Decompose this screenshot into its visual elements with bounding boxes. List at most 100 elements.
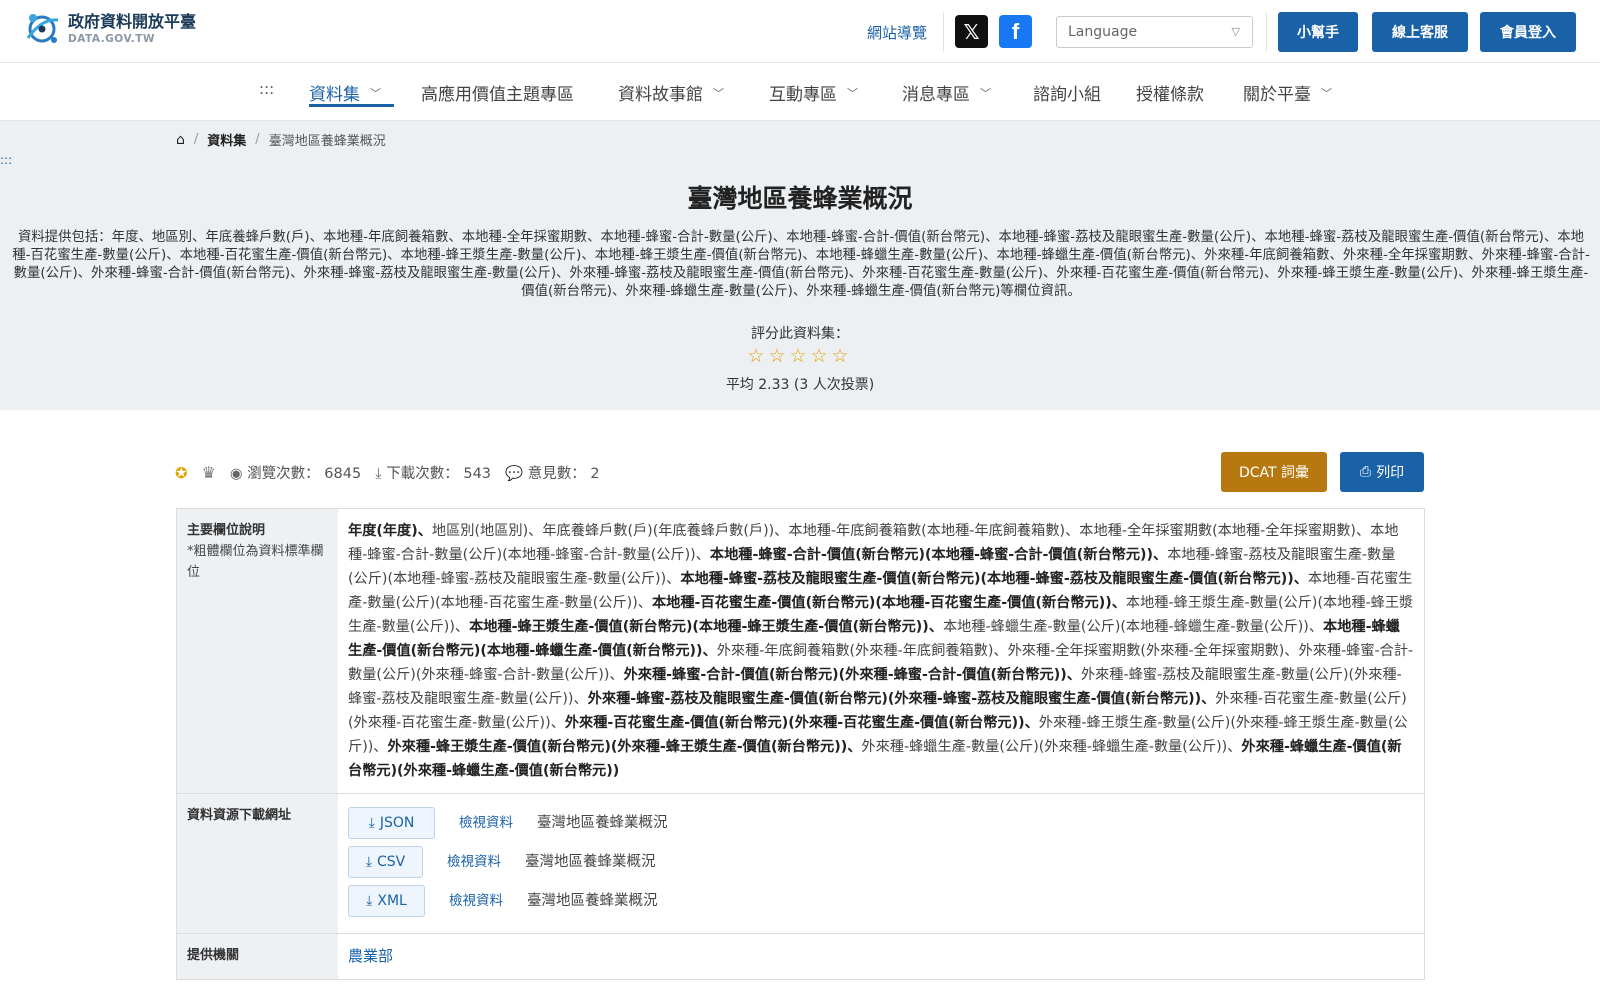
helper-button[interactable]: 小幫手 — [1278, 12, 1358, 52]
member-login-button[interactable]: 會員登入 — [1480, 12, 1576, 52]
resource-title: 臺灣地區養蜂業概況 — [527, 893, 658, 909]
field-item: 本地種-蜂蜜-合計-價值(新台幣元)(本地種-蜂蜜-合計-價值(新台幣元)) — [709, 547, 1154, 563]
views-stat: ◉ 瀏覽次數： 6845 — [230, 462, 361, 483]
print-icon: ⎙ — [1359, 464, 1372, 480]
resource-title: 臺灣地區養蜂業概況 — [525, 854, 656, 870]
download-xml-button[interactable]: ⤓ XML — [348, 885, 425, 917]
nav-high-value[interactable]: 高應用價值主題專區 — [421, 80, 574, 105]
field-item: 外來種-蜂蜜-荔枝及龍眼蜜生產-價值(新台幣元)(外來種-蜂蜜-荔枝及龍眼蜜生產… — [587, 691, 1202, 707]
nav-active-indicator — [309, 104, 394, 107]
nav-story[interactable]: 資料故事館 ﹀ — [618, 80, 724, 105]
view-data-link[interactable]: 檢視資料 — [459, 811, 513, 835]
field-item: 外來種-年底飼養箱數(外來種-年底飼養箱數) — [716, 643, 994, 659]
nav-dataset[interactable]: 資料集 ﹀ — [309, 80, 381, 105]
chevron-down-icon: ﹀ — [370, 86, 381, 100]
nav-label: 諮詢小組 — [1033, 85, 1101, 105]
field-item: 本地種-全年採蜜期數(本地種-全年採蜜期數) — [1079, 523, 1356, 539]
star-icon[interactable]: ☆☆☆☆☆ — [747, 345, 852, 367]
field-item: 本地種-蜂蠟生產-數量(公斤)(本地種-蜂蠟生產-數量(公斤)) — [942, 619, 1309, 635]
download-icon: ⤓ — [375, 466, 382, 482]
site-logo[interactable]: 政府資料開放平臺 DATA.GOV.TW — [22, 10, 196, 48]
comments-label: 意見數： — [527, 466, 586, 482]
online-service-button[interactable]: 線上客服 — [1372, 12, 1468, 52]
nav-license[interactable]: 授權條款 — [1136, 80, 1204, 105]
resource-title: 臺灣地區養蜂業概況 — [537, 815, 668, 831]
accesskey-content[interactable]: ::: — [0, 153, 12, 167]
view-data-link[interactable]: 檢視資料 — [449, 889, 503, 913]
field-item: 年底養蜂戶數(戶)(年底養蜂戶數(戶)) — [542, 523, 775, 539]
download-icon: ⤓ — [365, 854, 372, 870]
format-label: XML — [377, 893, 407, 909]
dcat-button[interactable]: DCAT 詞彙 — [1221, 452, 1327, 492]
download-item: ⤓ XML 檢視資料 臺灣地區養蜂業概況 — [348, 885, 1414, 917]
top-header: 政府資料開放平臺 DATA.GOV.TW 網站導覽 𝕏 f Language ▽… — [0, 0, 1600, 63]
breadcrumb-dataset[interactable]: 資料集 — [207, 130, 246, 149]
breadcrumb: ⌂ / 資料集 / 臺灣地區養蜂業概況 — [176, 130, 386, 150]
download-item: ⤓ CSV 檢視資料 臺灣地區養蜂業概況 — [348, 846, 1414, 878]
nav-label: 消息專區 — [902, 85, 970, 105]
format-label: CSV — [376, 854, 406, 870]
download-csv-button[interactable]: ⤓ CSV — [348, 846, 423, 878]
print-button[interactable]: ⎙ 列印 — [1340, 452, 1424, 492]
org-header: 提供機關 — [177, 934, 338, 979]
home-icon[interactable]: ⌂ — [176, 132, 185, 148]
comments-icon: 💬 — [505, 466, 524, 482]
table-row: 資料資源下載網址 ⤓ JSON 檢視資料 臺灣地區養蜂業概況 ⤓ CSV 檢視資… — [177, 794, 1424, 934]
chevron-down-icon: ﹀ — [713, 86, 724, 100]
download-item: ⤓ JSON 檢視資料 臺灣地區養蜂業概況 — [348, 807, 1414, 839]
downloads-count: 543 — [463, 466, 492, 482]
rating-average: 平均 2.33 (3 人次投票) — [725, 377, 875, 393]
nav-label: 關於平臺 — [1243, 85, 1311, 105]
download-list: ⤓ JSON 檢視資料 臺灣地區養蜂業概況 ⤓ CSV 檢視資料 臺灣地區養蜂業… — [338, 794, 1424, 933]
comments-stat: 💬 意見數： 2 — [505, 462, 600, 483]
rating-stars[interactable]: ☆☆☆☆☆ — [0, 345, 1600, 367]
accesskey-nav[interactable]: ::: — [259, 80, 274, 98]
nav-label: 授權條款 — [1136, 85, 1204, 105]
field-item: 本地種-年底飼養箱數(本地種-年底飼養箱數) — [788, 523, 1066, 539]
views-label: 瀏覽次數： — [247, 466, 320, 482]
main-nav: ::: 資料集 ﹀ 高應用價值主題專區 資料故事館 ﹀ 互動專區 ﹀ 消息專區 … — [0, 64, 1600, 121]
fields-header: 主要欄位說明 — [187, 523, 266, 538]
table-row: 提供機關 農業部 — [177, 934, 1424, 979]
language-select[interactable]: Language ▽ — [1056, 16, 1253, 48]
field-item: 地區別(地區別) — [431, 523, 529, 539]
sitemap-link[interactable]: 網站導覽 — [867, 22, 927, 43]
fields-list: 年度(年度)、地區別(地區別)、年底養蜂戶數(戶)(年底養蜂戶數(戶))、本地種… — [348, 523, 1414, 779]
dataset-description: 資料提供包括：年度、地區別、年底養蜂戶數(戶)、本地種-年底飼養箱數、本地種-全… — [12, 230, 1590, 299]
x-icon[interactable]: 𝕏 — [955, 15, 988, 48]
chevron-down-icon: ▽ — [1231, 25, 1240, 38]
comments-count: 2 — [590, 466, 600, 482]
download-icon: ⤓ — [368, 815, 375, 831]
dataset-info-table: 主要欄位說明 *粗體欄位為資料標準欄位 年度(年度)、地區別(地區別)、年底養蜂… — [176, 508, 1425, 980]
download-json-button[interactable]: ⤓ JSON — [348, 807, 435, 839]
divider — [943, 12, 944, 52]
fields-header-cell: 主要欄位說明 *粗體欄位為資料標準欄位 — [177, 509, 338, 793]
divider — [1266, 12, 1267, 52]
views-count: 6845 — [324, 466, 362, 482]
nav-news[interactable]: 消息專區 ﹀ — [902, 80, 991, 105]
downloads-stat: ⤓ 下載次數： 543 — [375, 462, 491, 483]
nav-interactive[interactable]: 互動專區 ﹀ — [769, 80, 858, 105]
nav-label: 資料故事館 — [618, 85, 703, 105]
logo-mark-icon — [26, 14, 59, 43]
org-link[interactable]: 農業部 — [348, 947, 393, 965]
field-item: 本地種-百花蜜生產-價值(新台幣元)(本地種-百花蜜生產-價值(新台幣元)) — [651, 595, 1112, 611]
view-data-link[interactable]: 檢視資料 — [447, 850, 501, 874]
dataset-stats: ✪ ♛ ◉ 瀏覽次數： 6845 ⤓ 下載次數： 543 💬 意見數： 2 — [175, 462, 600, 483]
breadcrumb-current: 臺灣地區養蜂業概況 — [268, 134, 386, 149]
chevron-down-icon: ﹀ — [980, 86, 991, 100]
downloads-label: 下載次數： — [386, 466, 459, 482]
crown-icon: ♛ — [201, 463, 216, 482]
field-item: 本地種-蜂王漿生產-價值(新台幣元)(本地種-蜂王漿生產-價值(新台幣元)) — [469, 619, 929, 635]
logo-subtitle: DATA.GOV.TW — [68, 32, 155, 45]
download-header: 資料資源下載網址 — [177, 794, 338, 933]
nav-about[interactable]: 關於平臺 ﹀ — [1243, 80, 1332, 105]
chevron-down-icon: ﹀ — [847, 86, 858, 100]
field-item: 外來種-蜂蜜-合計-價值(新台幣元)(外來種-蜂蜜-合計-價值(新台幣元)) — [623, 667, 1067, 683]
facebook-icon[interactable]: f — [999, 15, 1032, 48]
nav-advisory[interactable]: 諮詢小組 — [1033, 80, 1101, 105]
fields-note: *粗體欄位為資料標準欄位 — [187, 544, 324, 580]
nav-label: 互動專區 — [769, 85, 837, 105]
format-label: JSON — [379, 815, 415, 831]
field-item: 外來種-蜂王漿生產-價值(新台幣元)(外來種-蜂王漿生產-價值(新台幣元)) — [387, 739, 848, 755]
